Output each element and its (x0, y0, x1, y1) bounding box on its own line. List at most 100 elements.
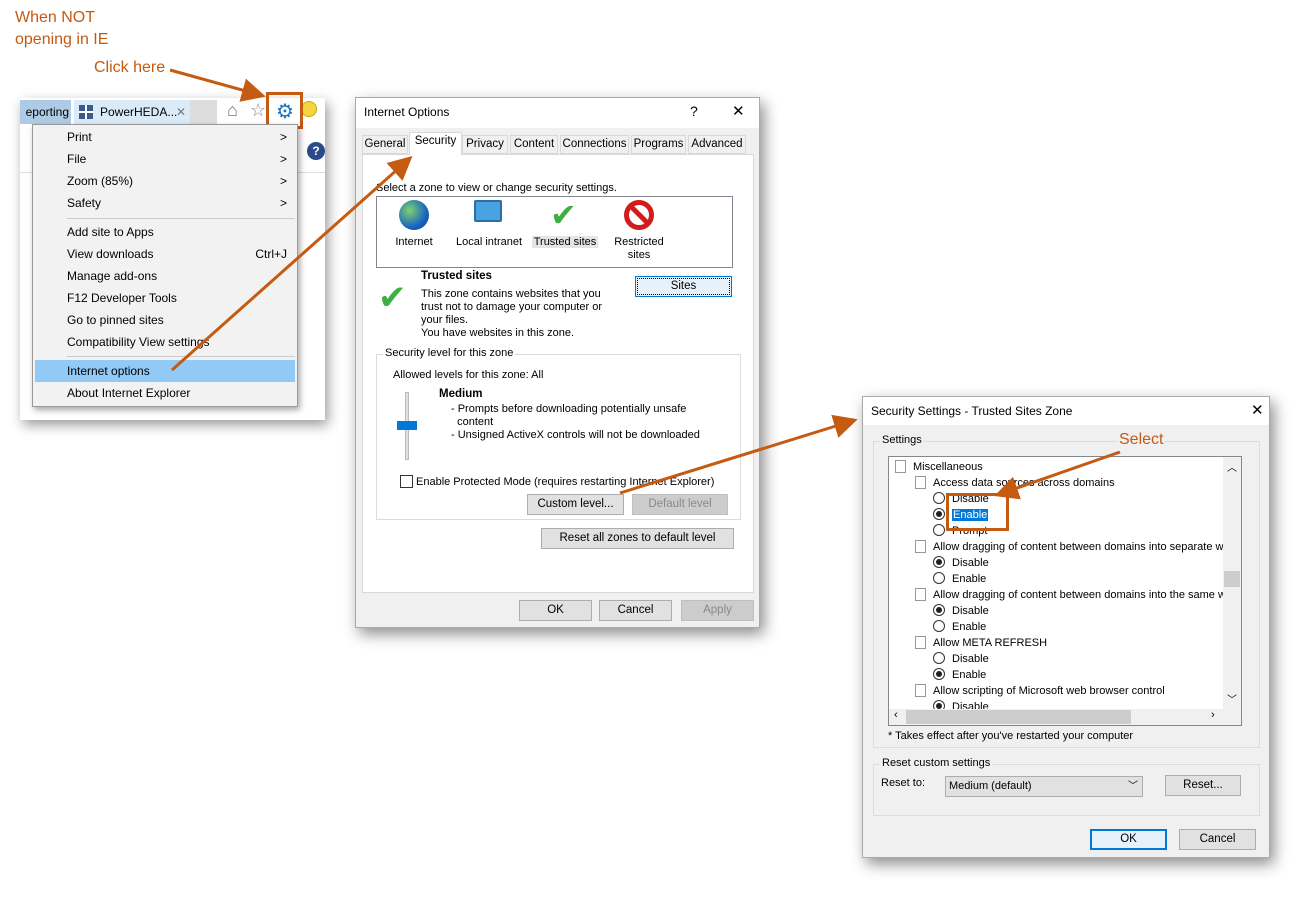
radio-button[interactable] (933, 524, 945, 536)
document-icon (915, 588, 926, 601)
settings-list: Miscellaneous Access data sources across … (888, 456, 1242, 726)
home-icon[interactable]: ⌂ (227, 100, 238, 121)
note-annotation: When NOT opening in IE (15, 9, 109, 48)
menu-item[interactable]: Compatibility View settings (67, 331, 293, 353)
protected-mode-checkbox[interactable] (400, 475, 413, 488)
security-slider-thumb[interactable] (397, 421, 417, 430)
radio-button[interactable] (933, 668, 945, 680)
radio-button[interactable] (933, 508, 945, 520)
document-icon (895, 460, 906, 473)
reset-to-label: Reset to: (881, 777, 926, 789)
setting-option[interactable]: Enable (933, 619, 986, 635)
zone-2[interactable]: Trusted sites (525, 236, 605, 249)
globe-icon[interactable] (399, 200, 429, 230)
trusted-check-icon[interactable]: ✔ (550, 199, 577, 231)
menu-item[interactable]: File > (67, 148, 293, 170)
ok-button[interactable]: OK (519, 600, 592, 621)
tab-reporting[interactable]: eporting (20, 100, 71, 124)
allowed-levels: Allowed levels for this zone: All (393, 369, 544, 381)
zone-prompt: Select a zone to view or change security… (376, 182, 617, 194)
menu-item[interactable]: Go to pinned sites (67, 309, 293, 331)
setting-option[interactable]: Enable (933, 667, 986, 683)
tab-programs[interactable]: Programs (631, 135, 686, 154)
scroll-down-icon[interactable]: ﹀ (1227, 691, 1237, 706)
cancel-button[interactable]: Cancel (1179, 829, 1256, 850)
reset-to-select[interactable]: Medium (default) ﹀ (945, 776, 1143, 797)
reset-button[interactable]: Reset... (1165, 775, 1241, 796)
chevron-down-icon: ﹀ (1128, 781, 1138, 792)
scroll-right-icon[interactable]: › (1211, 709, 1215, 721)
setting-heading: Allow dragging of content between domain… (915, 587, 1223, 603)
setting-option[interactable]: Disable (933, 603, 989, 619)
scroll-left-icon[interactable]: ‹ (894, 709, 898, 721)
scroll-thumb[interactable] (1224, 571, 1240, 587)
document-icon (915, 540, 926, 553)
horizontal-scrollbar[interactable]: ‹ › (889, 709, 1241, 725)
help-button[interactable]: ? (690, 103, 698, 119)
radio-button[interactable] (933, 492, 945, 504)
setting-option[interactable]: Disable (933, 555, 989, 571)
menu-item[interactable]: Zoom (85%) > (67, 170, 293, 192)
menu-item[interactable]: Safety > (67, 192, 293, 214)
menu-item[interactable]: View downloads Ctrl+J (67, 243, 293, 265)
radio-button[interactable] (933, 620, 945, 632)
zone-0[interactable]: Internet (374, 236, 454, 249)
menu-item[interactable]: About Internet Explorer (67, 382, 293, 404)
custom-level-button[interactable]: Custom level... (527, 494, 624, 515)
radio-button[interactable] (933, 556, 945, 568)
level-description: - Prompts before downloading potentially… (451, 403, 700, 441)
radio-button[interactable] (933, 572, 945, 584)
tab-connections[interactable]: Connections (560, 135, 629, 154)
radio-button[interactable] (933, 700, 945, 709)
scroll-up-icon[interactable]: ︿ (1227, 459, 1237, 474)
level-name: Medium (439, 388, 483, 400)
tab-general[interactable]: General (362, 135, 408, 154)
ok-button[interactable]: OK (1090, 829, 1167, 850)
close-button[interactable]: ✕ (1251, 401, 1264, 419)
tab-powerheda[interactable]: PowerHEDA... ✕ (74, 100, 190, 124)
menu-item[interactable]: F12 Developer Tools (67, 287, 293, 309)
protected-mode-label: Enable Protected Mode (requires restarti… (416, 476, 715, 488)
select-annotation: Select (1117, 429, 1166, 451)
tab-privacy[interactable]: Privacy (462, 135, 508, 154)
default-level-button[interactable]: Default level (632, 494, 728, 515)
setting-option[interactable]: Enable (933, 571, 986, 587)
smiley-icon[interactable] (301, 101, 317, 117)
dialog-title: Internet Options (364, 105, 450, 119)
menu-item[interactable]: Manage add-ons (67, 265, 293, 287)
menu-item[interactable]: Add site to Apps (67, 221, 293, 243)
new-tab[interactable] (190, 100, 217, 124)
setting-heading: Access data sources across domains (915, 475, 1115, 491)
zone-3[interactable]: Restricted sites (599, 236, 679, 262)
intranet-icon[interactable] (474, 200, 502, 222)
menu-item[interactable]: Internet options (67, 360, 293, 382)
restricted-icon[interactable] (624, 200, 654, 230)
cancel-button[interactable]: Cancel (599, 600, 672, 621)
menu-item[interactable]: Print > (67, 126, 293, 148)
tab-security[interactable]: Security (409, 132, 462, 155)
zone-1[interactable]: Local intranet (449, 236, 529, 249)
favorites-star-icon[interactable]: ☆ (250, 100, 266, 121)
app-icon (79, 105, 93, 119)
reset-all-zones-button[interactable]: Reset all zones to default level (541, 528, 734, 549)
setting-option[interactable]: Disable (933, 651, 989, 667)
setting-option[interactable]: Disable (933, 699, 989, 709)
vertical-scrollbar[interactable]: ︿ ﹀ (1223, 457, 1241, 709)
tab-advanced[interactable]: Advanced (688, 135, 746, 154)
sites-button[interactable]: Sites (635, 276, 732, 297)
zone-title: Trusted sites (421, 270, 492, 282)
radio-button[interactable] (933, 604, 945, 616)
click-here-annotation: Click here (94, 59, 166, 76)
close-button[interactable]: ✕ (732, 102, 745, 120)
close-tab-icon[interactable]: ✕ (176, 100, 186, 124)
menu-separator (67, 218, 295, 219)
apply-button[interactable]: Apply (681, 600, 754, 621)
help-icon[interactable]: ? (307, 142, 325, 160)
scroll-thumb-h[interactable] (906, 710, 1131, 724)
trusted-check-icon: ✔ (378, 279, 407, 317)
tab-content[interactable]: Content (510, 135, 558, 154)
radio-button[interactable] (933, 652, 945, 664)
enable-highlight-box (946, 493, 1009, 531)
zone-description: This zone contains websites that you tru… (421, 288, 602, 339)
arrow (169, 68, 266, 102)
